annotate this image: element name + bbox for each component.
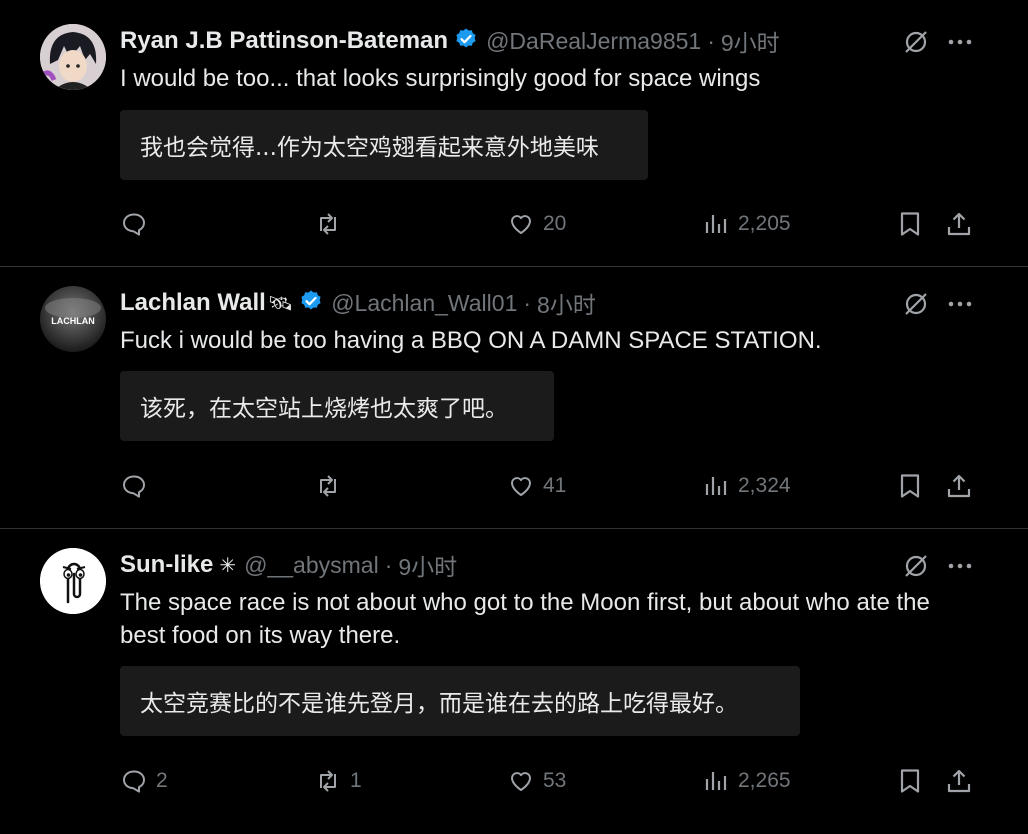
bookmark-button[interactable] [896, 472, 924, 500]
bookmark-icon [900, 769, 920, 793]
share-icon [947, 474, 971, 498]
avatar[interactable] [40, 24, 106, 90]
avatar[interactable]: LACHLAN [40, 286, 106, 352]
like-icon [511, 215, 531, 234]
like-icon [511, 477, 531, 496]
translation-box: 该死，在太空站上烧烤也太爽了吧。 [120, 371, 554, 441]
timestamp[interactable]: 9小时 [721, 24, 780, 58]
views-icon [705, 215, 727, 233]
tweet-header: Sun-like ✳ @__abysmal · 9小时 [120, 548, 457, 582]
view-count: 2,265 [738, 769, 791, 792]
tweet-3[interactable]: Sun-like ✳ @__abysmal · 9小时 The space ra… [0, 528, 1028, 834]
action-bar: 2 1 53 2,265 [0, 767, 1028, 807]
retweet-icon [320, 770, 336, 792]
retweet-icon [320, 475, 336, 497]
like-count: 20 [543, 212, 567, 235]
bookmark-button[interactable] [896, 767, 924, 795]
timestamp[interactable]: 8小时 [537, 286, 596, 320]
satellite-emoji: 🛰 [267, 292, 294, 315]
reply-button[interactable]: 2 [120, 767, 168, 795]
bookmark-button[interactable] [896, 210, 924, 238]
share-icon [947, 769, 971, 793]
avatar-logo-text: LACHLAN [51, 316, 95, 326]
like-button[interactable]: 20 [507, 210, 566, 238]
view-count: 2,324 [738, 474, 791, 497]
display-name[interactable]: Sun-like [120, 551, 213, 579]
handle[interactable]: @Lachlan_Wall01 [331, 290, 517, 317]
tweet-2[interactable]: LACHLAN Lachlan Wall 🛰 @Lachlan_Wall01 ·… [0, 266, 1028, 529]
retweet-button[interactable]: 1 [314, 767, 362, 795]
views-button[interactable]: 2,205 [702, 210, 791, 238]
views-button[interactable]: 2,324 [702, 472, 791, 500]
action-bar: 20 2,205 [0, 210, 1028, 250]
display-name[interactable]: Ryan J.B Pattinson-Bateman [120, 27, 448, 55]
more-icon[interactable] [946, 28, 974, 56]
grok-icon[interactable] [902, 552, 930, 580]
views-icon [705, 477, 727, 495]
view-count: 2,205 [738, 212, 791, 235]
more-icon[interactable] [946, 290, 974, 318]
translation-box: 我也会觉得...作为太空鸡翅看起来意外地美味 [120, 110, 648, 180]
reply-button[interactable] [120, 210, 156, 238]
reply-button[interactable] [120, 472, 156, 500]
tweet-header: Ryan J.B Pattinson-Bateman @DaRealJerma9… [120, 24, 780, 58]
reply-count: 2 [156, 769, 168, 792]
translation-box: 太空竞赛比的不是谁先登月，而是谁在去的路上吃得最好。 [120, 666, 800, 736]
verified-badge-icon [454, 27, 478, 56]
like-count: 53 [543, 769, 567, 792]
separator: · [523, 289, 532, 316]
share-icon [947, 212, 971, 236]
retweet-button[interactable] [314, 210, 350, 238]
separator: · [707, 27, 715, 54]
verified-badge-icon [299, 289, 323, 318]
separator: · [384, 551, 393, 578]
more-icon[interactable] [946, 552, 974, 580]
bookmark-icon [900, 212, 920, 236]
tweet-text: I would be too... that looks surprisingl… [120, 65, 761, 92]
grok-icon[interactable] [902, 28, 930, 56]
retweet-icon [320, 213, 336, 235]
views-button[interactable]: 2,265 [702, 767, 791, 795]
reply-icon [123, 213, 145, 236]
reply-icon [123, 475, 145, 498]
tweet-1[interactable]: Ryan J.B Pattinson-Bateman @DaRealJerma9… [0, 0, 1028, 267]
handle[interactable]: @__abysmal [244, 552, 379, 579]
like-button[interactable]: 41 [507, 472, 566, 500]
grok-icon[interactable] [902, 290, 930, 318]
handle[interactable]: @DaRealJerma9851 [486, 28, 701, 55]
like-count: 41 [543, 474, 567, 497]
reply-icon [123, 770, 145, 793]
bookmark-icon [900, 474, 920, 498]
share-button[interactable] [945, 210, 973, 238]
like-icon [511, 772, 531, 791]
share-button[interactable] [945, 767, 973, 795]
display-name[interactable]: Lachlan Wall [120, 289, 266, 317]
retweet-count: 1 [350, 769, 362, 792]
tweet-text: Fuck i would be too having a BBQ ON A DA… [120, 327, 822, 354]
tweet-text: The space race is not about who got to t… [120, 589, 930, 649]
like-button[interactable]: 53 [507, 767, 566, 795]
retweet-button[interactable] [314, 472, 350, 500]
timestamp[interactable]: 9小时 [398, 548, 457, 582]
share-button[interactable] [945, 472, 973, 500]
sparkle-symbol: ✳ [219, 554, 237, 577]
views-icon [705, 772, 727, 790]
tweet-header: Lachlan Wall 🛰 @Lachlan_Wall01 · 8小时 [120, 286, 596, 320]
avatar[interactable] [40, 548, 106, 614]
action-bar: 41 2,324 [0, 472, 1028, 512]
